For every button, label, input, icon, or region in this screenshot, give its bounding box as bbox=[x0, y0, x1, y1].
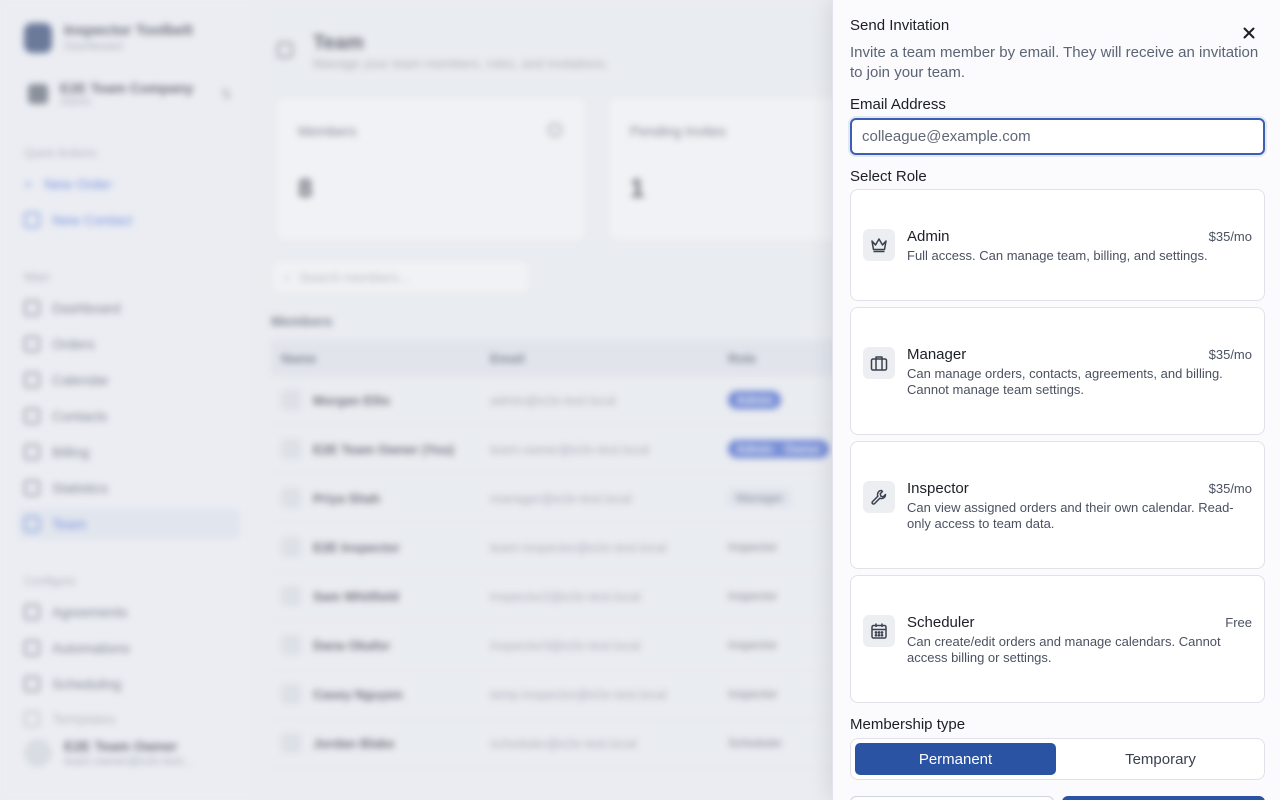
role-name: Inspector bbox=[907, 480, 969, 497]
email-label: Email Address bbox=[850, 96, 946, 113]
panel-title: Send Invitation bbox=[850, 17, 950, 34]
role-price: $35/mo bbox=[1208, 481, 1252, 496]
role-description: Full access. Can manage team, billing, a… bbox=[907, 248, 1208, 263]
membership-type-toggle: Permanent Temporary bbox=[850, 738, 1265, 780]
panel-description: Invite a team member by email. They will… bbox=[850, 44, 1259, 81]
role-price: $35/mo bbox=[1208, 347, 1252, 362]
role-name: Scheduler bbox=[907, 614, 975, 631]
wrench-icon bbox=[863, 481, 895, 513]
membership-temporary-button[interactable]: Temporary bbox=[1060, 743, 1261, 775]
calendar-icon bbox=[863, 615, 895, 647]
membership-permanent-button[interactable]: Permanent bbox=[855, 743, 1056, 775]
briefcase-icon bbox=[863, 347, 895, 379]
close-button[interactable] bbox=[1237, 22, 1261, 44]
send-invitation-button[interactable] bbox=[1062, 796, 1265, 800]
select-role-label: Select Role bbox=[850, 168, 927, 185]
role-description: Can create/edit orders and manage calend… bbox=[907, 634, 1221, 665]
role-option-scheduler[interactable]: Scheduler Free Can create/edit orders an… bbox=[850, 575, 1265, 703]
role-description: Can view assigned orders and their own c… bbox=[907, 500, 1234, 531]
role-price: $35/mo bbox=[1208, 229, 1252, 244]
role-option-manager[interactable]: Manager $35/mo Can manage orders, contac… bbox=[850, 307, 1265, 435]
role-name: Manager bbox=[907, 346, 967, 363]
membership-type-label: Membership type bbox=[850, 716, 966, 733]
role-description: Can manage orders, contacts, agreements,… bbox=[907, 366, 1223, 397]
cancel-button[interactable] bbox=[850, 796, 1054, 800]
role-option-admin[interactable]: Admin $35/mo Full access. Can manage tea… bbox=[850, 189, 1265, 301]
email-field[interactable] bbox=[850, 118, 1265, 155]
role-name: Admin bbox=[907, 228, 950, 245]
close-icon bbox=[1243, 27, 1255, 39]
role-option-inspector[interactable]: Inspector $35/mo Can view assigned order… bbox=[850, 441, 1265, 569]
role-price: Free bbox=[1225, 615, 1252, 630]
send-invitation-panel: Send Invitation Invite a team member by … bbox=[832, 0, 1280, 800]
crown-icon bbox=[863, 229, 895, 261]
